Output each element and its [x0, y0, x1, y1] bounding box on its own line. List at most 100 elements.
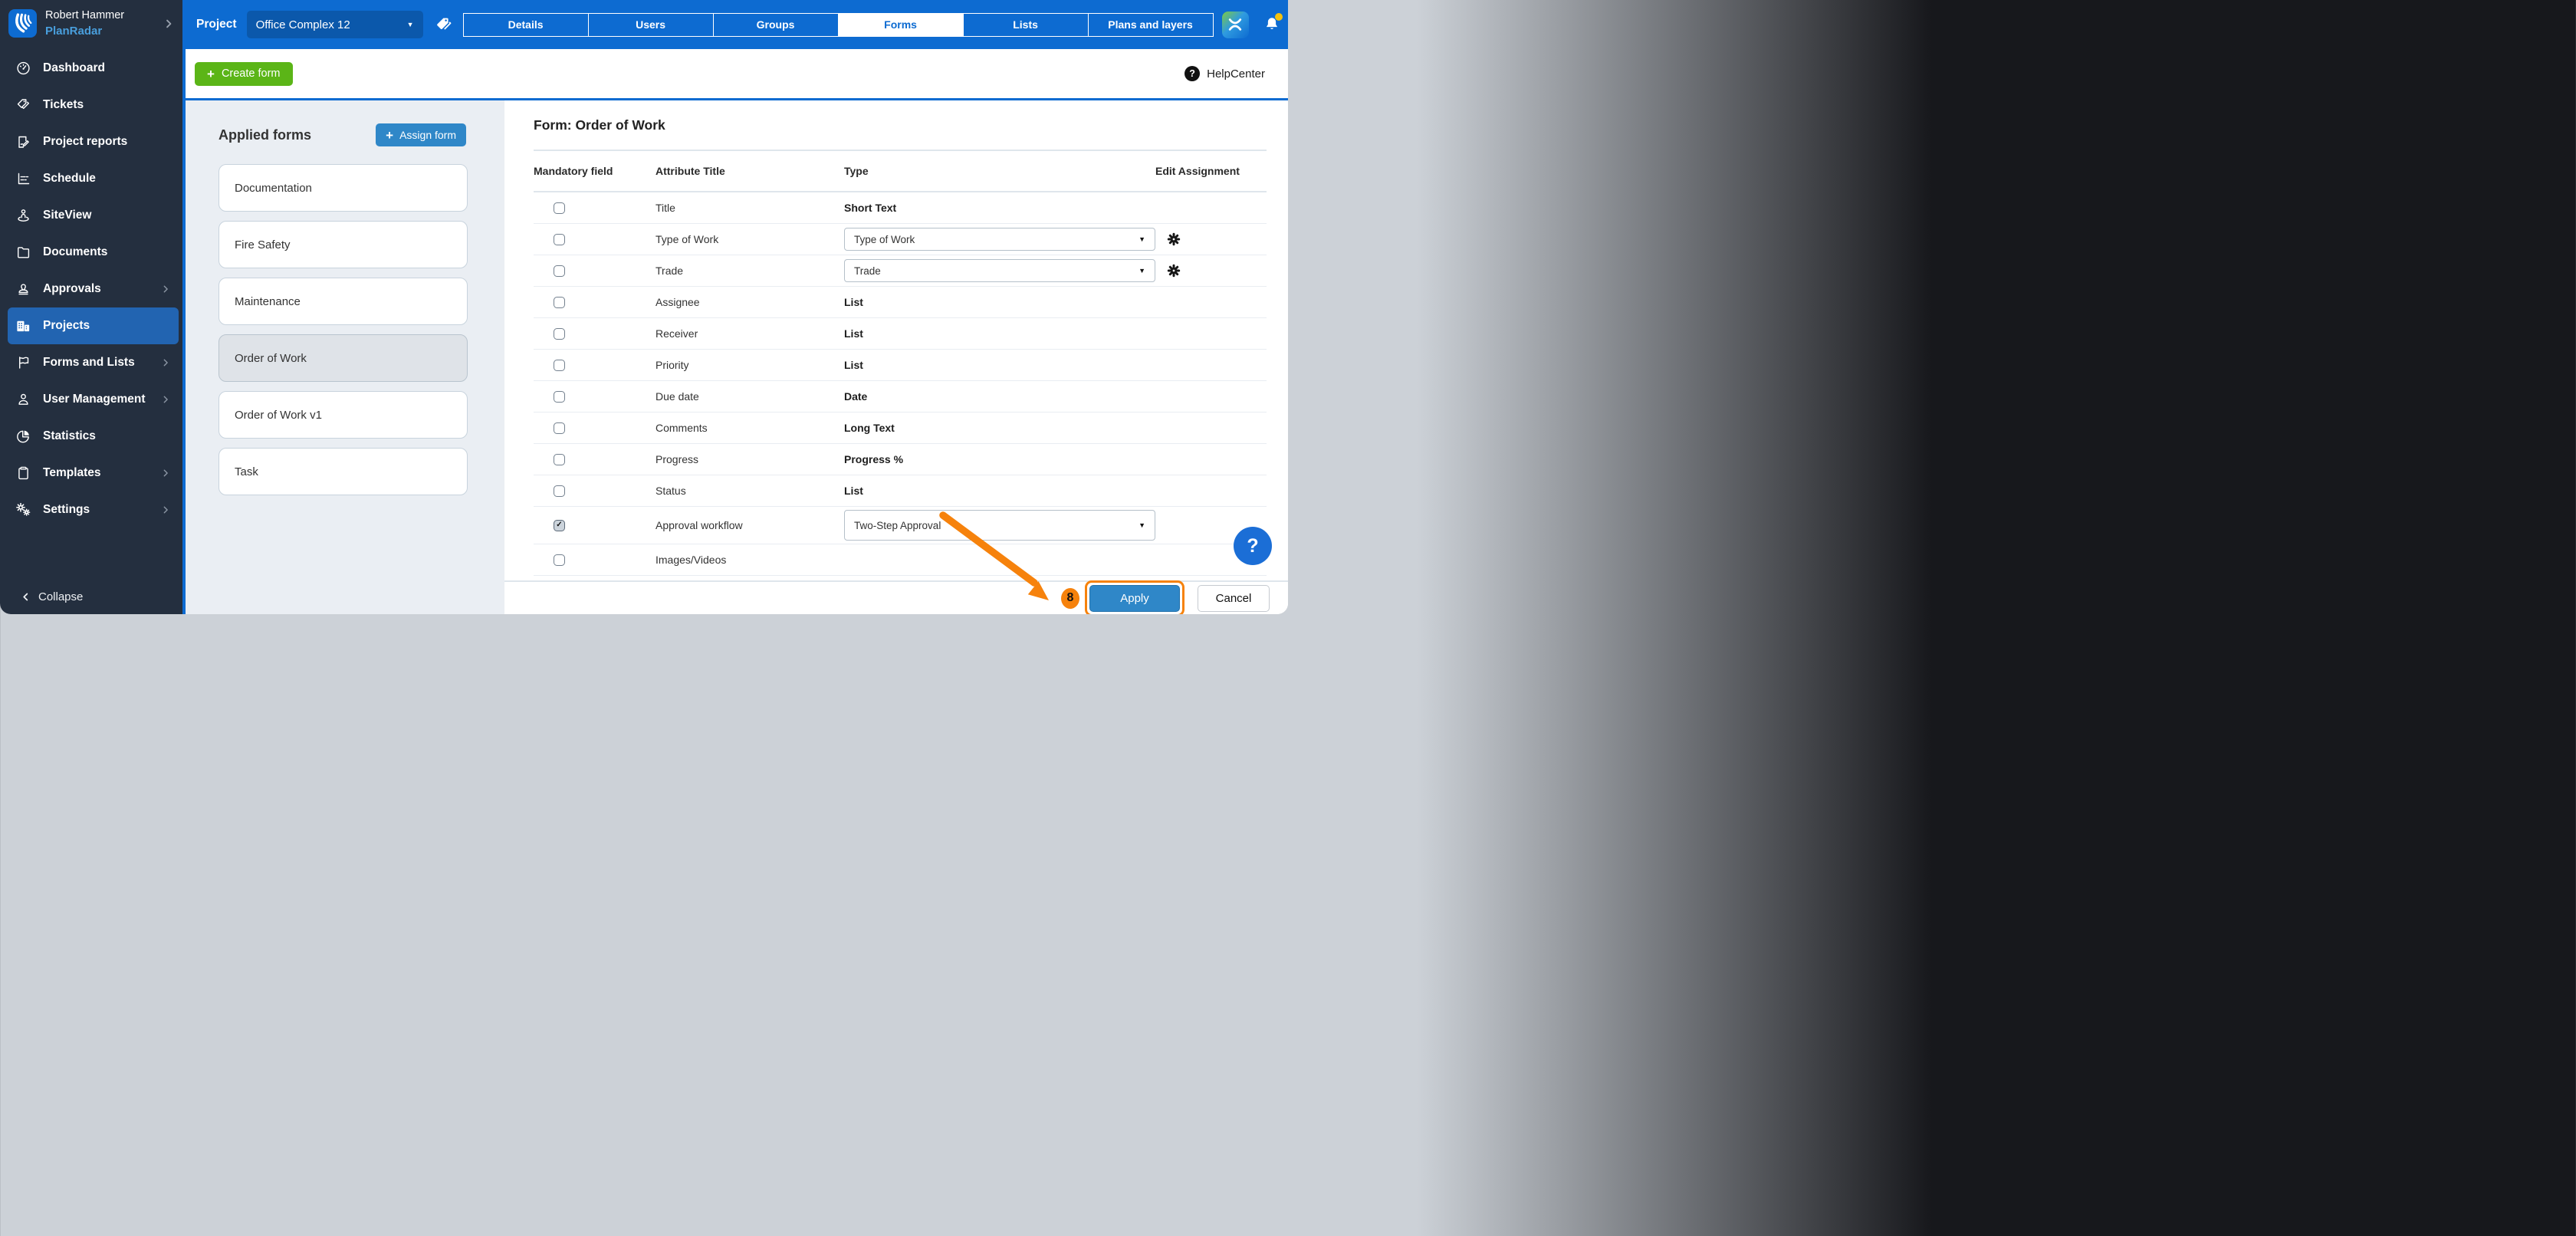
gear-icon[interactable]: [1167, 264, 1181, 278]
form-card-maintenance[interactable]: Maintenance: [219, 278, 468, 325]
apply-button[interactable]: Apply: [1089, 585, 1180, 612]
sidebar-item-label: Dashboard: [43, 61, 105, 75]
help-widget-button[interactable]: ?: [1234, 527, 1272, 565]
sidebar-item-forms-and-lists[interactable]: Forms and Lists: [8, 344, 179, 381]
mandatory-checkbox[interactable]: [554, 328, 565, 340]
helpcenter-label: HelpCenter: [1207, 67, 1265, 81]
mandatory-checkbox[interactable]: [554, 360, 565, 371]
form-card-fire-safety[interactable]: Fire Safety: [219, 221, 468, 268]
collapse-button[interactable]: Collapse: [20, 590, 83, 603]
assign-form-label: Assign form: [399, 129, 456, 141]
attribute-title: Images/Videos: [656, 554, 726, 566]
connect-app-icon[interactable]: [1222, 12, 1249, 38]
attribute-title: Approval workflow: [656, 519, 743, 531]
sidebar-item-tickets[interactable]: Tickets: [8, 87, 179, 123]
sidebar-item-label: Schedule: [43, 172, 96, 186]
tab-details[interactable]: Details: [464, 14, 589, 36]
pie-icon: [15, 429, 31, 444]
table-row-due-date: Due date Date: [534, 381, 1267, 413]
mandatory-checkbox[interactable]: [554, 554, 565, 566]
attribute-table: Title Short Text Type of Work Type of Work▼…: [534, 192, 1267, 576]
report-icon: [15, 134, 31, 150]
tab-forms[interactable]: Forms: [839, 14, 964, 36]
user-name: Robert Hammer: [45, 8, 154, 24]
project-select[interactable]: Office Complex 12 ▼: [247, 11, 423, 38]
mandatory-checkbox[interactable]: [554, 391, 565, 403]
flag-icon: [15, 355, 31, 370]
attribute-title: Progress: [656, 453, 698, 465]
tab-groups[interactable]: Groups: [714, 14, 839, 36]
chevron-right-icon: [160, 468, 171, 478]
create-form-button[interactable]: + Create form: [195, 62, 293, 86]
type-value: Long Text: [844, 422, 895, 434]
sidebar-item-label: Forms and Lists: [43, 356, 135, 370]
form-detail-panel: Form: Order of Work Mandatory field Attr…: [504, 100, 1288, 580]
dropdown-type-of-work[interactable]: Type of Work▼: [844, 228, 1155, 251]
attribute-title: Due date: [656, 390, 699, 403]
form-card-documentation[interactable]: Documentation: [219, 164, 468, 212]
stamp-icon: [15, 281, 31, 297]
sidebar-item-templates[interactable]: Templates: [8, 455, 179, 491]
sidebar-item-documents[interactable]: Documents: [8, 234, 179, 271]
expand-sidebar-icon[interactable]: [163, 18, 175, 30]
brand-name: PlanRadar: [45, 24, 154, 39]
mandatory-checkbox[interactable]: [554, 297, 565, 308]
dropdown-trade[interactable]: Trade▼: [844, 259, 1155, 282]
col-mandatory-field: Mandatory field: [534, 165, 656, 177]
plus-icon: +: [207, 67, 215, 81]
sidebar-item-siteview[interactable]: SiteView: [8, 197, 179, 234]
gear-icon[interactable]: [1167, 232, 1181, 246]
sidebar-item-user-management[interactable]: User Management: [8, 381, 179, 418]
step-badge: 8: [1061, 588, 1079, 609]
tab-users[interactable]: Users: [589, 14, 714, 36]
project-label: Project: [196, 18, 237, 31]
gears-icon: [15, 502, 31, 518]
type-value: Date: [844, 390, 867, 403]
type-value: Short Text: [844, 202, 896, 214]
sidebar-item-statistics[interactable]: Statistics: [8, 418, 179, 455]
mandatory-checkbox[interactable]: [554, 265, 565, 277]
form-card-order-of-work[interactable]: Order of Work: [219, 334, 468, 382]
mandatory-checkbox[interactable]: [554, 485, 565, 497]
user-icon: [15, 392, 31, 407]
mandatory-checkbox[interactable]: [554, 234, 565, 245]
helpcenter-button[interactable]: ? HelpCenter: [1184, 66, 1265, 81]
attribute-title: Title: [656, 202, 675, 214]
table-row-priority: PriorityList: [534, 350, 1267, 381]
apply-highlight-annotation: Apply: [1085, 580, 1184, 615]
building-icon: [15, 318, 31, 334]
tag-icon[interactable]: [435, 16, 452, 33]
sidebar-item-project-reports[interactable]: Project reports: [8, 123, 179, 160]
sidebar-item-settings[interactable]: Settings: [8, 491, 179, 528]
mandatory-checkbox[interactable]: [554, 454, 565, 465]
sidebar-item-approvals[interactable]: Approvals: [8, 271, 179, 307]
assign-form-button[interactable]: + Assign form: [376, 123, 466, 146]
project-select-value: Office Complex 12: [256, 18, 350, 31]
schedule-icon: [15, 171, 31, 186]
sidebar-item-label: Approvals: [43, 282, 101, 296]
sidebar-item-dashboard[interactable]: Dashboard: [8, 50, 179, 87]
attribute-title: Type of Work: [656, 233, 718, 245]
chevron-right-icon: [160, 505, 171, 515]
cancel-button[interactable]: Cancel: [1198, 585, 1270, 612]
form-card-label: Order of Work: [235, 352, 307, 365]
mandatory-checkbox[interactable]: [554, 422, 565, 434]
caret-down-icon: ▼: [1138, 522, 1145, 529]
question-icon: ?: [1184, 66, 1200, 81]
mandatory-checkbox[interactable]: [554, 202, 565, 214]
mandatory-checkbox[interactable]: ✓: [554, 520, 565, 531]
create-form-label: Create form: [222, 67, 281, 80]
dropdown-two-step-approval[interactable]: Two-Step Approval▼: [844, 510, 1155, 541]
col-edit-assignment: Edit Assignment: [1155, 165, 1267, 177]
sidebar-item-schedule[interactable]: Schedule: [8, 160, 179, 197]
caret-down-icon: ▼: [1138, 268, 1145, 274]
clipboard-icon: [15, 465, 31, 481]
chevron-right-icon: [160, 284, 171, 294]
form-card-order-of-work-v1[interactable]: Order of Work v1: [219, 391, 468, 439]
form-footer: 8 Apply Cancel: [504, 580, 1288, 614]
tab-plans-and-layers[interactable]: Plans and layers: [1089, 14, 1213, 36]
notifications-bell-icon[interactable]: [1263, 15, 1281, 34]
sidebar-item-projects[interactable]: Projects: [8, 307, 179, 344]
form-card-task[interactable]: Task: [219, 448, 468, 495]
tab-lists[interactable]: Lists: [964, 14, 1089, 36]
